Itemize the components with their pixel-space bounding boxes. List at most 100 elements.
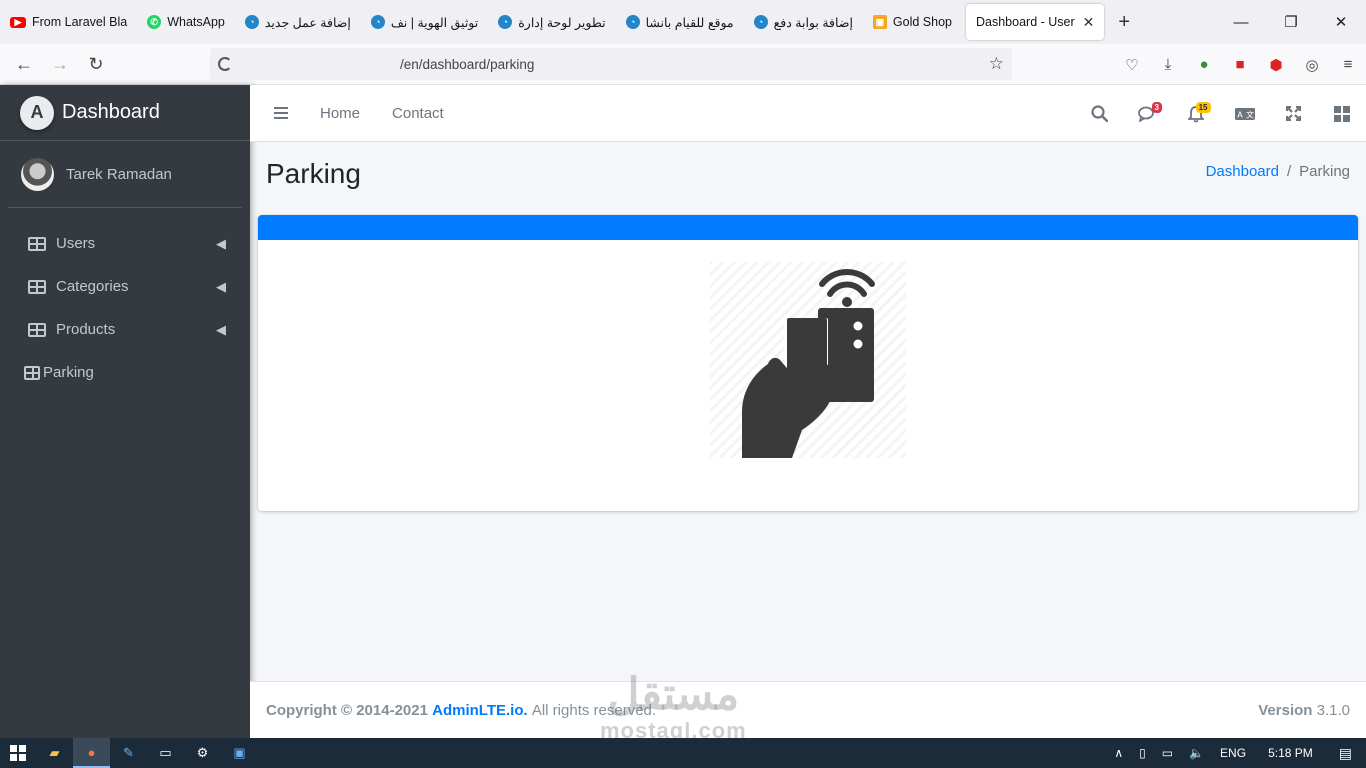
bell-icon[interactable]: 15	[1172, 85, 1221, 142]
firefox-icon[interactable]: ●	[73, 738, 110, 768]
control-sidebar-icon[interactable]	[1318, 85, 1366, 142]
messages-icon[interactable]: 3	[1124, 85, 1173, 142]
sidebar-menu: Users ◀ Categories ◀ Products ◀ Parking	[0, 208, 250, 394]
paint-icon[interactable]: ✎	[110, 738, 147, 768]
extension-globe-icon[interactable]: ●	[1186, 56, 1222, 73]
tab-label: Gold Shop	[892, 15, 952, 29]
version-number: 3.1.0	[1316, 701, 1350, 719]
language-indicator[interactable]: ENG	[1220, 746, 1246, 760]
bookmark-star-icon[interactable]: ☆	[989, 54, 1004, 74]
content-header: Parking	[266, 158, 361, 190]
sidebar-item-products[interactable]: Products ◀	[0, 308, 250, 351]
mostaql-icon: ◔	[753, 15, 768, 29]
download-icon[interactable]: ⤓	[1150, 56, 1186, 73]
table-icon	[28, 279, 46, 294]
user-name: Tarek Ramadan	[66, 165, 172, 183]
url-text: /en/dashboard/parking	[400, 56, 535, 72]
chevron-left-icon: ◀	[216, 321, 226, 337]
remote-desktop-icon[interactable]: ▣	[221, 738, 258, 768]
notification-center-icon[interactable]: ▤	[1339, 745, 1352, 762]
windows-start-icon[interactable]	[0, 738, 36, 768]
contactless-card-icon	[742, 269, 875, 458]
brand-link[interactable]: A Dashboard	[0, 85, 250, 141]
sidebar-item-label: Parking	[43, 364, 94, 381]
new-tab-icon[interactable]: +	[1118, 11, 1130, 34]
avatar	[21, 157, 54, 191]
user-panel[interactable]: Tarek Ramadan	[8, 141, 242, 208]
search-icon[interactable]	[1075, 85, 1124, 142]
chevron-left-icon: ◀	[216, 278, 226, 294]
card-header	[258, 215, 1358, 240]
minimize-icon[interactable]: —	[1216, 0, 1266, 44]
svg-text:A: A	[1237, 110, 1243, 119]
clock[interactable]: 5:18 PM	[1268, 746, 1313, 760]
breadcrumb-dashboard-link[interactable]: Dashboard	[1206, 163, 1279, 180]
browser-tab[interactable]: ◔ توثيق الهوية | نف	[361, 4, 488, 40]
table-icon	[28, 322, 46, 337]
language-icon[interactable]: A文	[1221, 85, 1270, 142]
browser-tab-active[interactable]: Dashboard - User ✕	[966, 4, 1105, 40]
parking-card	[258, 215, 1358, 511]
breadcrumb-current: Parking	[1299, 163, 1350, 180]
close-window-icon[interactable]: ✕	[1316, 0, 1366, 44]
tab-label: WhatsApp	[167, 15, 225, 29]
page-title: Parking	[266, 158, 361, 189]
browser-toolbar: ← → ↻ /en/dashboard/parking ☆ ♡ ⤓ ● ■ ⬢ …	[0, 44, 1366, 85]
main-sidebar: A Dashboard Tarek Ramadan Users ◀ Catego…	[0, 85, 250, 738]
breadcrumb-separator: /	[1286, 163, 1292, 180]
adminlte-link[interactable]: AdminLTE.io.	[432, 702, 528, 719]
sidebar-item-parking[interactable]: Parking	[0, 351, 250, 394]
volume-icon[interactable]: 🔈	[1189, 746, 1204, 760]
browser-tab[interactable]: ◔ موقع للقيام بانشا	[616, 4, 744, 40]
reload-icon[interactable]: ↻	[78, 48, 114, 80]
main-header: Home Contact 3 15 A文	[250, 85, 1366, 142]
parking-card-image	[710, 262, 906, 458]
settings-icon[interactable]: ⚙	[184, 738, 221, 768]
hamburger-icon[interactable]	[274, 107, 288, 119]
menu-icon[interactable]: ≡	[1330, 56, 1366, 73]
nav-home-link[interactable]: Home	[320, 105, 360, 122]
nav-contact-link[interactable]: Contact	[392, 105, 444, 122]
close-icon[interactable]: ✕	[1083, 14, 1095, 31]
terminal-icon[interactable]: ▭	[147, 738, 184, 768]
extension-sync-icon[interactable]: ◎	[1294, 56, 1330, 74]
fullscreen-icon[interactable]	[1269, 85, 1318, 142]
browser-tab[interactable]: ◔ تطوير لوحة إدارة	[488, 4, 615, 40]
sidebar-item-categories[interactable]: Categories ◀	[0, 265, 250, 308]
window-controls: — ❐ ✕	[1216, 0, 1366, 44]
chevron-left-icon: ◀	[216, 235, 226, 251]
file-explorer-icon[interactable]: ▰	[36, 738, 73, 768]
mostaql-icon: ◔	[370, 15, 385, 29]
mostaql-icon: ◔	[244, 15, 259, 29]
table-icon	[28, 236, 46, 251]
tab-label: توثيق الهوية | نف	[390, 15, 479, 30]
tab-label: موقع للقيام بانشا	[645, 15, 734, 30]
whatsapp-icon: ✆	[147, 15, 162, 29]
loading-icon	[218, 57, 232, 71]
tab-label: إضافة عمل جديد	[264, 15, 351, 30]
browser-tab[interactable]: ◔ إضافة عمل جديد	[235, 4, 361, 40]
pocket-icon[interactable]: ♡	[1114, 56, 1150, 74]
browser-tab[interactable]: ✆ WhatsApp	[137, 4, 235, 40]
sidebar-item-label: Users	[56, 235, 96, 252]
extension-pen-icon[interactable]: ■	[1222, 56, 1258, 73]
watermark-arabic: مستقل	[607, 670, 740, 719]
brand-text: Dashboard	[62, 101, 160, 123]
version-label: Version	[1258, 701, 1313, 719]
extensions-bar: ♡ ⤓ ● ■ ⬢ ◎ ≡	[1114, 44, 1366, 85]
version-info: Version 3.1.0	[1258, 702, 1350, 719]
network-icon[interactable]: ▭	[1162, 746, 1173, 760]
browser-tab[interactable]: ◔ إضافة بوابة دفع	[744, 4, 863, 40]
browser-tab[interactable]: ▶ From Laravel Bla	[0, 4, 137, 40]
back-icon[interactable]: ←	[6, 48, 42, 80]
browser-tab[interactable]: ▣ Gold Shop	[863, 4, 962, 40]
forward-icon[interactable]: →	[42, 48, 78, 80]
chevron-up-icon[interactable]: ∧	[1114, 746, 1123, 760]
url-bar[interactable]: /en/dashboard/parking ☆	[210, 48, 1012, 80]
tab-label: Dashboard - User	[976, 15, 1075, 29]
mostaql-icon: ◔	[625, 15, 640, 29]
extension-shield-icon[interactable]: ⬢	[1258, 56, 1294, 74]
sidebar-item-users[interactable]: Users ◀	[0, 222, 250, 265]
device-icon[interactable]: ▯	[1139, 746, 1146, 760]
restore-icon[interactable]: ❐	[1266, 0, 1316, 44]
